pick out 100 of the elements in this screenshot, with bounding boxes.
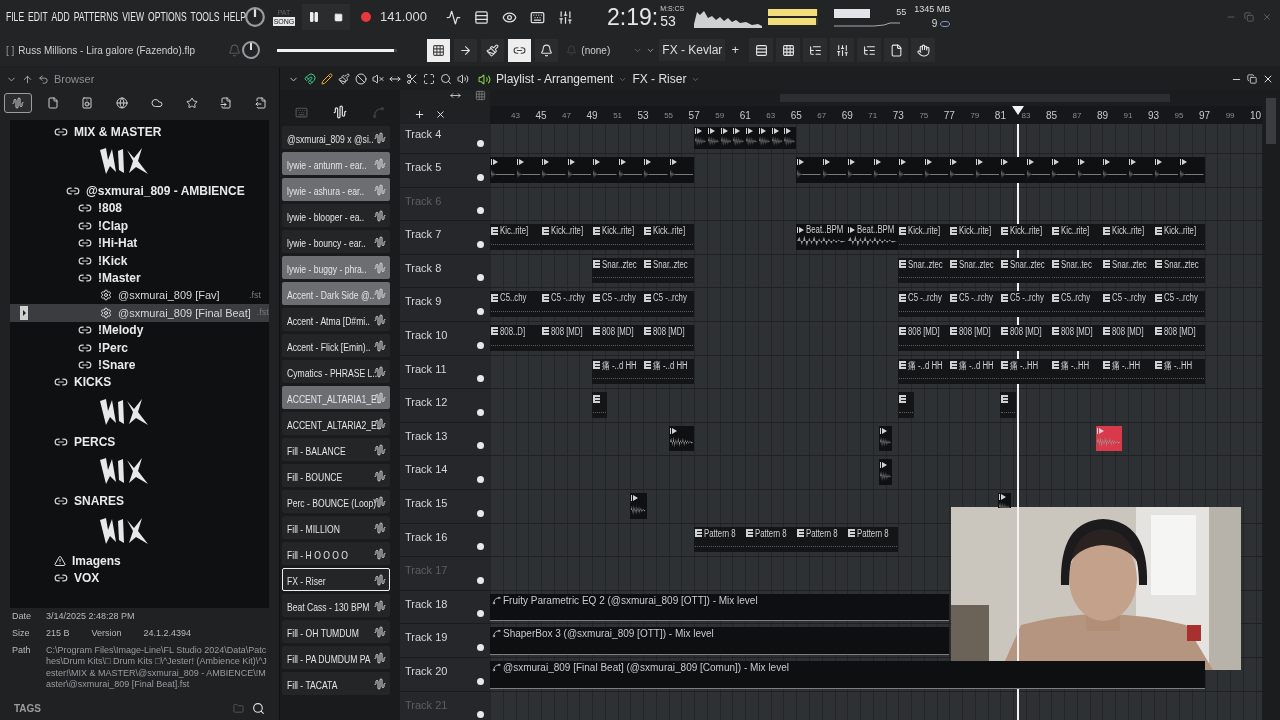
pattern-clip[interactable]: Snar..ztec — [1153, 257, 1205, 284]
browser-item[interactable]: Imagens — [10, 551, 269, 570]
picker-item[interactable]: Fill - OH TUMDUM — [282, 620, 390, 643]
pattern-clip[interactable]: Kick..rite] — [898, 224, 950, 250]
pattern-clip[interactable]: 808 [MD] — [541, 324, 593, 351]
pattern-clip[interactable]: 808 [MD] — [1153, 324, 1205, 351]
picker-item[interactable]: Accent - Flick [Emin).. — [282, 334, 390, 357]
track-lane[interactable]: C5..chy C5 -..rchy C5 -..rchy C5 -..rchy C5 -..rchy C5 -..rchy C5 -..rchy C5..rchy C5 -..rchy C5 -..rchy — [490, 288, 1262, 322]
menu-item[interactable]: ADD — [51, 7, 70, 27]
pattern-clip[interactable]: Snar..ztec — [592, 257, 644, 284]
browser-item[interactable]: !Clap — [10, 217, 269, 235]
track-header[interactable]: Track 12 — [400, 389, 490, 423]
browser-item[interactable]: !Hi-Hat — [10, 234, 269, 252]
pattern-clip[interactable]: C5 -..rchy — [1153, 291, 1205, 317]
track-header[interactable]: Track 10 — [400, 321, 490, 356]
pattern-clip[interactable]: 痛 -..d HH — [898, 358, 950, 385]
pattern-clip[interactable]: Pattern 8 — [796, 526, 848, 553]
add-button[interactable]: + — [729, 40, 742, 60]
browser-item[interactable]: KICKS — [10, 373, 269, 392]
pattern-clip[interactable]: Snar..ztec — [949, 257, 1001, 284]
pattern-clip[interactable]: 痛 -..d HH — [592, 358, 644, 385]
track-header[interactable]: Track 19 — [400, 624, 490, 658]
picker-item[interactable]: Fill - H O O O O — [282, 542, 390, 565]
picker-item[interactable]: Perc - BOUNCE (Loop) — [282, 490, 390, 513]
menu-item[interactable]: EDIT — [28, 7, 48, 27]
track-header[interactable]: Track 4 — [400, 124, 490, 154]
pattern-clip[interactable]: C5 -..rchy — [1102, 291, 1154, 317]
browser-item[interactable]: !Snare — [10, 356, 269, 374]
pattern-clip[interactable]: Pattern 8 — [847, 526, 899, 553]
track-header[interactable]: Track 14 — [400, 456, 490, 490]
pattern-clip[interactable]: 痛 -..HH — [1153, 358, 1205, 385]
picker-item[interactable]: Fill - BALANCE — [282, 438, 390, 461]
pattern-clip[interactable]: Snar..ztec — [643, 257, 695, 284]
track-header[interactable]: Track 9 — [400, 288, 490, 322]
menu-item[interactable]: FILE — [6, 7, 25, 27]
audio-clip[interactable]: Beat..BPM — [796, 224, 848, 250]
picker-item[interactable]: lywie - buggy - phra.. — [282, 256, 390, 279]
pattern-clip[interactable]: 痛 -..d HH — [949, 358, 1001, 385]
menu-item[interactable]: VIEW — [122, 7, 145, 27]
pattern-clip[interactable]: 808 [MD] — [949, 324, 1001, 351]
pattern-clip[interactable]: Kic..rite] — [1051, 224, 1103, 250]
pattern-clip[interactable]: Pattern 8 — [745, 526, 797, 553]
browser-item[interactable]: MIX & MASTER — [10, 123, 269, 141]
picker-item[interactable]: ACCENT_ALTARIA1_E.. — [282, 386, 390, 409]
picker-item[interactable]: @sxmurai_809 x @si.. — [282, 126, 390, 149]
audio-clip[interactable]: Beat..BPM — [847, 224, 899, 250]
picker-item[interactable]: lywie - antunm - ear.. — [282, 152, 390, 175]
pattern-clip[interactable]: C5 -..rchy — [592, 291, 644, 317]
pattern-clip[interactable]: 痛 -..d HH — [643, 358, 695, 385]
pattern-clip[interactable]: 808 [MD] — [1000, 324, 1052, 351]
pattern-clip[interactable]: 808..D] — [490, 324, 542, 351]
track-lane[interactable]: @sxmurai_809 [Final Beat] (@sxmurai_809 [Comun]) - Mix level — [490, 657, 1262, 692]
pattern-clip[interactable]: Kick..rite] — [1102, 224, 1154, 250]
picker-item[interactable]: lywie - ashura - ear.. — [282, 178, 390, 201]
track-lane[interactable]: 808..D] 808 [MD] 808 [MD] 808 [MD] 808 [MD] 808 [MD] 808 [MD] 808 [MD] 808 [MD] 808 [MD] — [490, 321, 1262, 356]
pattern-clip[interactable]: 808 [MD] — [1051, 324, 1103, 351]
browser-item[interactable]: @sxmurai_809 [Fav] .fst — [10, 286, 269, 305]
pattern-clip[interactable]: C5 -..rchy — [643, 291, 695, 317]
pattern-clip[interactable]: Kick..rite] — [949, 224, 1001, 250]
pattern-clip[interactable]: Kick..rite] — [592, 224, 644, 250]
pattern-clip[interactable]: C5 -..rchy — [541, 291, 593, 317]
pattern-clip[interactable]: Snar..ztec — [898, 257, 950, 284]
menu-item[interactable]: TOOLS — [190, 7, 220, 27]
tempo-value[interactable]: 141.000 — [380, 7, 427, 27]
track-lane[interactable]: 痛 -..d HH 痛 -..d HH 痛 -..d HH 痛 -..d HH 痛 -..HH 痛 -..HH 痛 -..HH 痛 -..HH — [490, 355, 1262, 390]
track-lane[interactable]: Kic..rite] Kick..rite] Kick..rite] Kick..rite] Beat..BPM Beat..BPM Kick..rite] Kick..rite] Kick..rite] Kic..rite] Kick..rite] Kick..rite] — [490, 221, 1262, 255]
automation-clip[interactable]: ShaperBox 3 (@sxmurai_809 [OTT]) - Mix level — [490, 627, 950, 655]
track-header[interactable]: Track 11 — [400, 355, 490, 390]
picker-item[interactable]: Fill - PA DUMDUM PA — [282, 646, 390, 669]
pattern-clip[interactable]: C5 -..rchy — [898, 291, 950, 317]
pattern-clip[interactable]: 808 [MD] — [898, 324, 950, 351]
browser-item[interactable]: !Kick — [10, 251, 269, 270]
track-lane[interactable]: Snar..ztec Snar..ztec Snar..ztec Snar..ztec Snar..ztec Snar..tec Snar..ztec Snar..ztec — [490, 254, 1262, 289]
picker-item[interactable]: ACCENT_ALTARIA2_E.. — [282, 412, 390, 435]
picker-item[interactable]: Fill - MILLION — [282, 516, 390, 539]
pattern-clip[interactable]: Kic..rite] — [490, 224, 542, 250]
track-header[interactable]: Track 7 — [400, 221, 490, 255]
pattern-clip[interactable]: Pattern 8 — [694, 526, 746, 553]
track-header[interactable]: Track 5 — [400, 154, 490, 188]
picker-item[interactable]: Accent - Dark Side @.. — [282, 282, 390, 305]
browser-item[interactable]: @sxmurai_809 - AMBIENCE — [10, 182, 269, 200]
track-header[interactable]: Track 15 — [400, 489, 490, 524]
picker-item[interactable]: Beat Cass - 130 BPM — [282, 594, 390, 617]
pattern-clip[interactable]: C5..rchy — [1051, 291, 1103, 317]
track-header[interactable]: Track 18 — [400, 590, 490, 625]
browser-item[interactable]: VOX — [10, 569, 269, 587]
pattern-clip[interactable]: Kick..rite] — [1000, 224, 1052, 250]
timeline-ruler[interactable]: 43 45 47 49 51 53 55 57 59 61 63 65 67 69 71 73 75 77 79 81 83 85 87 89 91 93 95 97 99 10 — [490, 106, 1262, 124]
picker-item[interactable]: lywie - blooper - ea.. — [282, 204, 390, 227]
browser-item[interactable]: !Master — [10, 269, 269, 287]
pattern-clip[interactable]: Kick..rite] — [1153, 224, 1205, 250]
pattern-clip[interactable]: Kick..rite] — [541, 224, 593, 250]
pattern-clip[interactable]: C5 -..rchy — [1000, 291, 1052, 317]
track-header[interactable]: Track 13 — [400, 422, 490, 457]
mixer-track-selector[interactable]: FX - Kevlar — [659, 39, 726, 61]
pattern-clip[interactable]: Snar..tec — [1051, 257, 1103, 284]
pattern-clip[interactable]: Snar..ztec — [1102, 257, 1154, 284]
track-header[interactable]: Track 8 — [400, 254, 490, 289]
menu-item[interactable]: HELP — [223, 7, 246, 27]
browser-item[interactable]: !808 — [10, 199, 269, 218]
